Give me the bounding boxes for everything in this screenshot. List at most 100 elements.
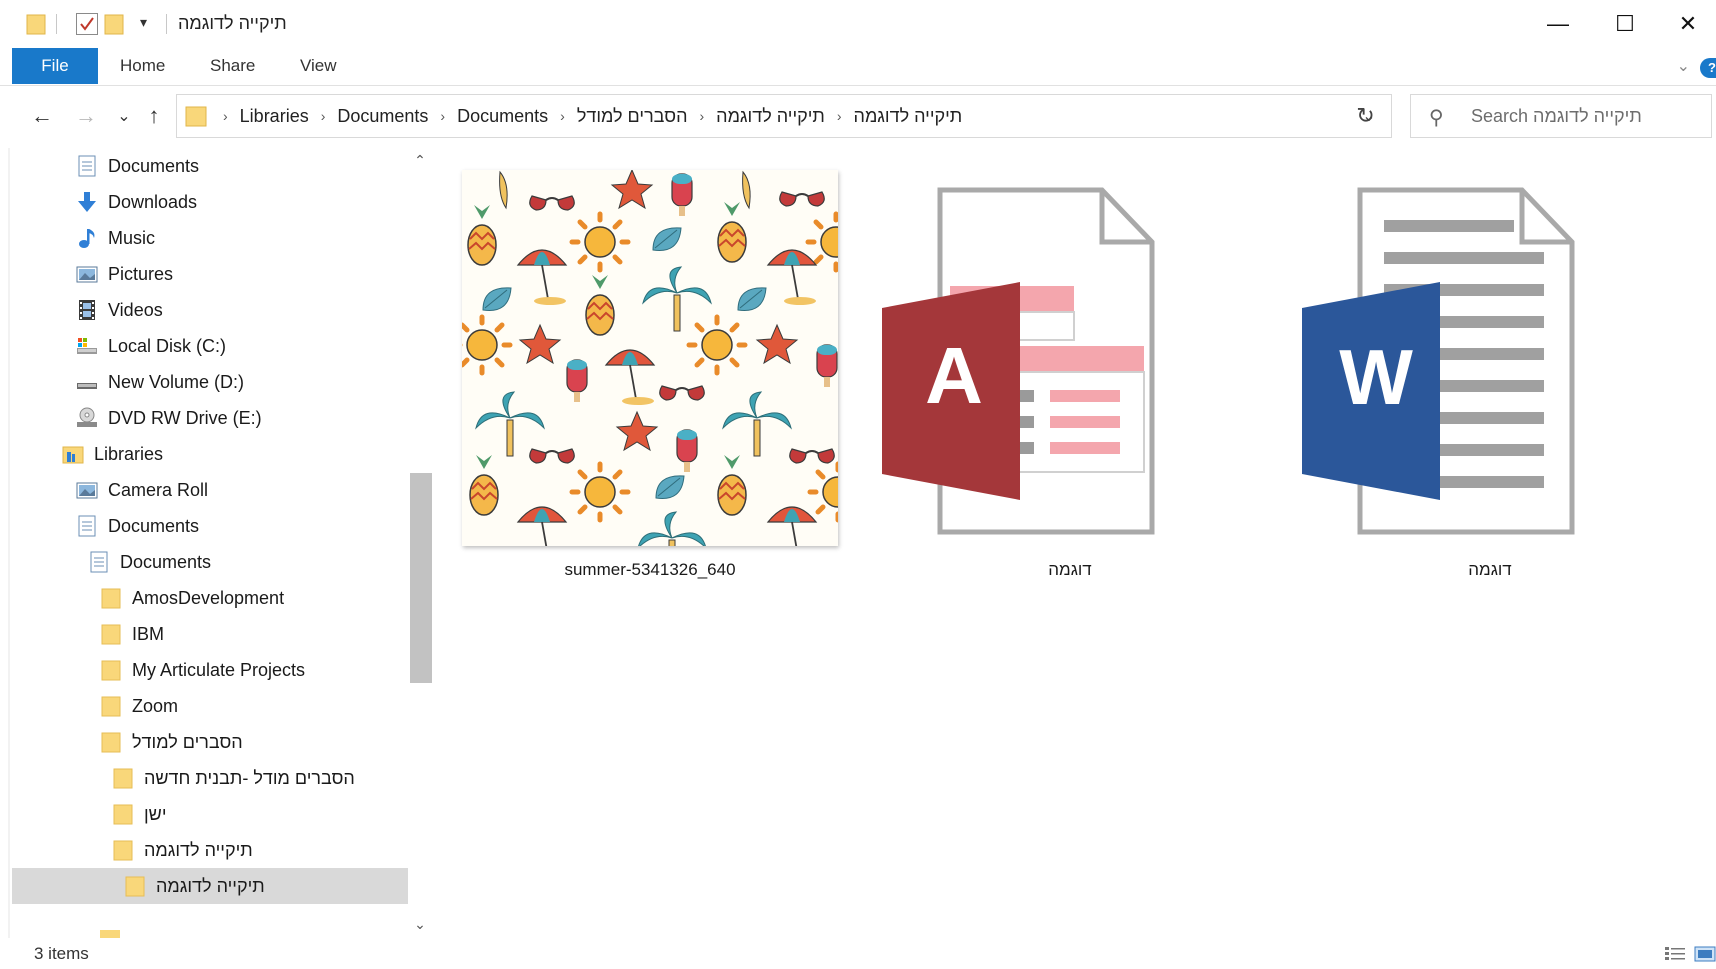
breadcrumb-libraries[interactable]: Libraries [234, 106, 315, 127]
maximize-button[interactable]: ☐ [1590, 0, 1660, 48]
file-list: summer-5341326_640 A דוגמה W דוגמה [440, 148, 1716, 938]
minimize-icon: — [1547, 11, 1569, 36]
breadcrumb: › Libraries › Documents › Documents › הס… [217, 95, 968, 137]
close-button[interactable]: ✕ [1660, 0, 1716, 48]
nav-item-model-explanations[interactable]: הסברים למודל [12, 724, 408, 760]
drive-icon [77, 383, 97, 389]
nav-item-music[interactable]: Music [12, 220, 408, 256]
download-arrow-icon [78, 192, 96, 212]
customize-toolbar-icon[interactable]: ▾ [140, 14, 147, 31]
maximize-icon: ☐ [1615, 11, 1635, 36]
tab-home[interactable]: Home [110, 48, 175, 84]
nav-item-downloads[interactable]: Downloads [12, 184, 408, 220]
properties-button[interactable] [76, 13, 98, 35]
forward-arrow-icon: → [75, 103, 97, 128]
expand-ribbon-icon[interactable]: ⌄ [1677, 56, 1690, 76]
close-icon: ✕ [1678, 11, 1698, 36]
nav-item-label: IBM [132, 623, 165, 644]
file-name: דוגמה [1048, 560, 1092, 579]
nav-item-documents[interactable]: Documents [12, 148, 408, 184]
nav-pane-scrollbar[interactable]: ⌃ ⌄ [408, 148, 432, 938]
nav-item-zoom[interactable]: Zoom [12, 688, 408, 724]
music-note-icon [79, 229, 95, 248]
back-arrow-icon: ← [31, 103, 53, 128]
breadcrumb-documents[interactable]: Documents [331, 106, 434, 127]
nav-item-new-volume-d[interactable]: New Volume (D:) [12, 364, 408, 400]
nav-item-label: תיקייה לדוגמה [144, 839, 253, 860]
nav-item-camera-roll[interactable]: Camera Roll [12, 472, 408, 508]
ribbon-tabs: File Home Share View ⌄ ? [0, 48, 1716, 86]
nav-item-model-explanations-new-template[interactable]: הסברים מודל -תבנית חדשה [12, 760, 408, 796]
breadcrumb-separator[interactable]: › [831, 108, 848, 124]
breadcrumb-separator[interactable]: › [693, 108, 710, 124]
breadcrumb-documents-sub[interactable]: Documents [451, 106, 554, 127]
nav-item-pictures[interactable]: Pictures [12, 256, 408, 292]
up-button[interactable]: ↑ [138, 100, 170, 132]
breadcrumb-sample-folder[interactable]: תיקייה לדוגמה [710, 106, 831, 127]
large-icons-view-icon[interactable] [1694, 946, 1716, 962]
details-view-icon[interactable] [1664, 946, 1686, 962]
documents-icon [90, 551, 108, 573]
nav-item-old[interactable]: ישן [12, 796, 408, 832]
refresh-button[interactable]: ↻ [1340, 94, 1392, 138]
nav-item-my-articulate-projects[interactable]: My Articulate Projects [12, 652, 408, 688]
nav-item-ibm[interactable]: IBM [12, 616, 408, 652]
folder-icon [113, 840, 133, 861]
nav-item-libraries[interactable]: Libraries [12, 436, 408, 472]
nav-item-label: Documents [108, 155, 200, 176]
scroll-up-button[interactable]: ⌃ [408, 152, 432, 174]
recent-locations-button[interactable]: ⌄ [108, 100, 140, 132]
folder-icon [101, 660, 121, 681]
file-item-summer-image[interactable]: summer-5341326_640 [440, 160, 838, 580]
folder-icon [101, 624, 121, 645]
nav-item-label: Documents [120, 551, 212, 572]
breadcrumb-separator[interactable]: › [554, 108, 571, 124]
folder-icon [101, 732, 121, 753]
search-input[interactable]: Search תיקייה לדוגמה [1471, 106, 1642, 127]
folder-icon [185, 106, 207, 127]
nav-item-label: Local Disk (C:) [108, 335, 227, 356]
image-thumbnail [462, 170, 838, 546]
chevron-up-icon: ⌃ [414, 152, 426, 168]
folder-icon [113, 768, 133, 789]
breadcrumb-separator[interactable]: › [315, 108, 332, 124]
nav-item-label: הסברים מודל -תבנית חדשה [144, 767, 355, 788]
back-button[interactable]: ← [26, 100, 58, 132]
new-folder-button[interactable] [104, 13, 124, 35]
nav-item-amosdevelopment[interactable]: AmosDevelopment [12, 580, 408, 616]
breadcrumb-model-explanations[interactable]: הסברים למודל [571, 106, 694, 127]
nav-item-local-disk-c[interactable]: Local Disk (C:) [12, 328, 408, 364]
file-item-access[interactable]: A דוגמה [860, 160, 1240, 580]
file-item-word[interactable]: W דוגמה [1280, 160, 1660, 580]
search-box[interactable]: ⚲ Search תיקייה לדוגמה [1410, 94, 1712, 138]
nav-item-documents-library[interactable]: Documents [12, 508, 408, 544]
minimize-button[interactable]: — [1523, 0, 1593, 48]
address-bar[interactable]: › Libraries › Documents › Documents › הס… [176, 94, 1392, 138]
refresh-icon: ↻ [1356, 103, 1375, 128]
help-icon[interactable]: ? [1700, 58, 1716, 78]
up-arrow-icon: ↑ [148, 103, 160, 128]
tab-share[interactable]: Share [200, 48, 265, 84]
breadcrumb-separator[interactable]: › [434, 108, 451, 124]
tab-view[interactable]: View [290, 48, 347, 84]
scroll-down-button[interactable]: ⌄ [408, 916, 432, 938]
forward-button[interactable]: → [70, 100, 102, 132]
nav-item-sample-folder-current[interactable]: תיקייה לדוגמה [12, 868, 408, 904]
nav-item-videos[interactable]: Videos [12, 292, 408, 328]
window-left-edge [8, 148, 10, 938]
scrollbar-thumb[interactable] [410, 473, 432, 683]
nav-item-label: Zoom [132, 695, 179, 716]
nav-item-sample-folder[interactable]: תיקייה לדוגמה [12, 832, 408, 868]
checkmark-icon [80, 17, 94, 31]
folder-icon [101, 696, 121, 717]
nav-item-dvd-drive-e[interactable]: DVD RW Drive (E:) [12, 400, 408, 436]
nav-item-documents-folder[interactable]: Documents [12, 544, 408, 580]
tab-file[interactable]: File [12, 48, 98, 84]
breadcrumb-sample-folder-current[interactable]: תיקייה לדוגמה [848, 106, 969, 127]
dvd-drive-icon [77, 407, 97, 427]
nav-item-label: AmosDevelopment [132, 587, 285, 608]
nav-item-label: Libraries [94, 443, 164, 464]
nav-item-label: הסברים למודל [132, 731, 243, 752]
breadcrumb-separator: › [223, 108, 228, 124]
chevron-down-icon: ⌄ [414, 916, 426, 932]
